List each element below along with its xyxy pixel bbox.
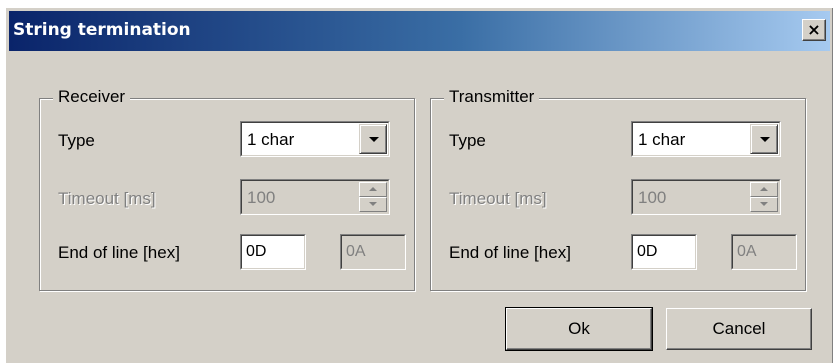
arrow-down-icon [369,202,377,206]
close-button[interactable]: × [802,19,826,41]
transmitter-timeout-label: Timeout [ms] [449,189,547,208]
transmitter-eol-hex2-value: 0A [737,243,757,260]
title-bar[interactable]: String termination × [9,11,830,51]
receiver-timeout-up-button [359,182,387,197]
receiver-type-dropdown-button[interactable] [359,124,387,154]
receiver-eol-label: End of line [hex] [58,243,180,262]
receiver-timeout-down-button [359,197,387,212]
transmitter-type-dropdown-button[interactable] [750,124,778,154]
transmitter-eol-hex2-input: 0A [731,234,797,270]
transmitter-type-label: Type [449,131,486,150]
transmitter-legend: Transmitter [444,87,540,107]
arrow-up-icon [760,187,768,191]
ok-button[interactable]: Ok [505,307,653,351]
close-icon: × [807,20,821,39]
receiver-timeout-label: Timeout [ms] [58,189,156,208]
cancel-button[interactable]: Cancel [666,308,812,350]
chevron-down-icon [760,137,770,142]
receiver-type-select[interactable]: 1 char [240,121,390,157]
transmitter-timeout-spinner: 100 [631,179,781,215]
receiver-eol-hex1-value: 0D [246,243,267,260]
arrow-up-icon [369,187,377,191]
arrow-down-icon [760,202,768,206]
transmitter-type-select[interactable]: 1 char [631,121,781,157]
receiver-eol-hex1-input[interactable]: 0D [240,234,306,270]
chevron-down-icon [369,137,379,142]
transmitter-type-value: 1 char [638,130,686,149]
transmitter-timeout-down-button [750,197,778,212]
receiver-eol-hex2-value: 0A [346,243,366,260]
window-title: String termination [13,20,191,40]
string-termination-dialog: String termination × Receiver Type 1 cha… [5,7,833,363]
receiver-group: Receiver Type 1 char Timeout [ms] 100 En… [39,87,415,291]
receiver-eol-hex2-input: 0A [340,234,406,270]
receiver-timeout-spinner: 100 [240,179,390,215]
transmitter-timeout-value: 100 [638,188,667,207]
transmitter-group: Transmitter Type 1 char Timeout [ms] 100… [430,87,806,291]
transmitter-eol-hex1-value: 0D [637,243,658,260]
transmitter-eol-label: End of line [hex] [449,243,571,262]
receiver-timeout-value: 100 [247,188,276,207]
receiver-type-label: Type [58,131,95,150]
receiver-type-value: 1 char [247,130,295,149]
transmitter-timeout-up-button [750,182,778,197]
receiver-legend: Receiver [53,87,131,107]
transmitter-eol-hex1-input[interactable]: 0D [631,234,697,270]
